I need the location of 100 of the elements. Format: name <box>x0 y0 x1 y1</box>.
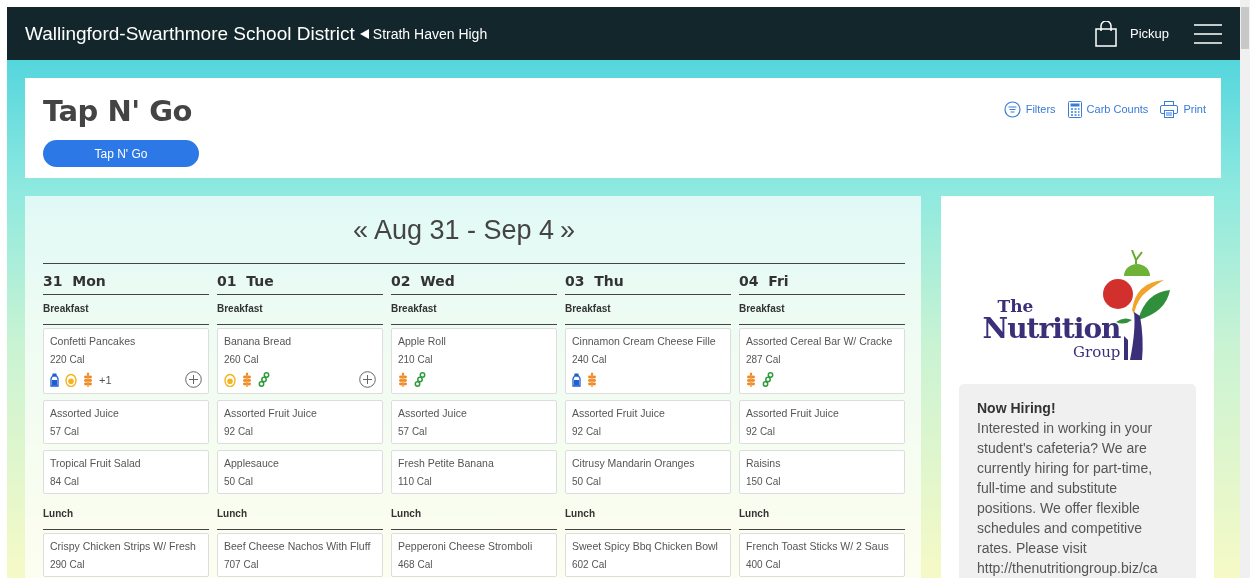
bag-icon[interactable] <box>1093 20 1118 47</box>
meal-label: Breakfast <box>43 295 209 325</box>
day-heading: 31 Mon <box>43 264 209 295</box>
calories: 50 Cal <box>572 476 602 488</box>
item-name: Raisins <box>746 457 782 470</box>
calories: 290 Cal <box>50 559 86 571</box>
item-name: Tropical Fruit Salad <box>50 457 142 470</box>
meal-label: Lunch <box>217 500 383 530</box>
calories: 468 Cal <box>398 559 434 571</box>
menu-item-card[interactable]: French Toast Sticks W/ 2 Saus 400 Cal <box>739 533 905 577</box>
egg-icon <box>224 372 236 387</box>
day-heading: 02 Wed <box>391 264 557 295</box>
meal-label: Lunch <box>739 500 905 530</box>
meal-label: Breakfast <box>565 295 731 325</box>
menu-item-card[interactable]: Assorted Juice 57 Cal <box>391 400 557 444</box>
page-title: Tap N' Go <box>43 94 193 128</box>
item-name: Assorted Fruit Juice <box>572 407 666 420</box>
menu-item-card[interactable]: Sweet Spicy Bbq Chicken Bowl 602 Cal <box>565 533 731 577</box>
menu-item-card[interactable]: Citrusy Mandarin Oranges 50 Cal <box>565 450 731 494</box>
calories: 150 Cal <box>746 476 782 488</box>
menu-item-card[interactable]: Pepperoni Cheese Stromboli 468 Cal <box>391 533 557 577</box>
item-name: Assorted Juice <box>398 407 468 420</box>
wheat-icon <box>242 372 252 387</box>
print-link[interactable]: Print <box>1160 98 1206 120</box>
week-range: Aug 31 - Sep 4 <box>373 214 555 246</box>
meal-label: Lunch <box>565 500 731 530</box>
menu-button[interactable]: Tap N' Go <box>43 140 199 167</box>
meal-label: Lunch <box>43 500 209 530</box>
item-name: Assorted Cereal Bar W/ Cracke <box>746 335 894 348</box>
day-heading: 04 Fri <box>739 264 905 295</box>
item-name: Assorted Fruit Juice <box>746 407 840 420</box>
calories: 92 Cal <box>572 426 602 438</box>
calories: 50 Cal <box>224 476 254 488</box>
meal-label: Breakfast <box>391 295 557 325</box>
calories: 400 Cal <box>746 559 782 571</box>
meal-label: Breakfast <box>739 295 905 325</box>
menu-item-card[interactable]: Applesauce 50 Cal <box>217 450 383 494</box>
wheat-icon <box>83 372 93 387</box>
next-week-link[interactable]: » <box>560 214 576 246</box>
logo-text: Nutrition <box>982 315 1121 343</box>
menu-item-card[interactable]: Apple Roll 210 Cal <box>391 328 557 394</box>
menu-item-card[interactable]: Beef Cheese Nachos With Fluff 707 Cal <box>217 533 383 577</box>
menu-item-card[interactable]: Assorted Fruit Juice 92 Cal <box>565 400 731 444</box>
notice-title: Now Hiring! <box>977 400 1057 416</box>
milk-bottle-icon <box>572 372 581 387</box>
logo-text: The <box>997 298 1035 315</box>
printer-icon <box>1160 100 1179 118</box>
milk-bottle-icon <box>50 372 59 387</box>
calories: 92 Cal <box>224 426 254 438</box>
wheat-icon <box>398 372 408 387</box>
meal-label: Breakfast <box>217 295 383 325</box>
wheat-icon <box>746 372 756 387</box>
calories: 110 Cal <box>398 476 433 488</box>
wheat-icon <box>587 372 597 387</box>
previous-week-link[interactable]: « <box>352 214 368 246</box>
calories: 57 Cal <box>50 426 80 438</box>
day-heading: 01 Tue <box>217 264 383 295</box>
calories: 92 Cal <box>746 426 776 438</box>
item-name: Apple Roll <box>398 335 447 348</box>
calories: 210 Cal <box>398 354 434 366</box>
menu-item-card[interactable]: Tropical Fruit Salad 84 Cal <box>43 450 209 494</box>
menu-item-card[interactable]: Crispy Chicken Strips W/ Fresh 290 Cal <box>43 533 209 577</box>
menu-item-card[interactable]: Fresh Petite Banana 110 Cal <box>391 450 557 494</box>
item-name: Assorted Fruit Juice <box>224 407 318 420</box>
egg-icon <box>65 372 77 387</box>
filter-icon <box>1003 100 1021 118</box>
pickup-link[interactable]: Pickup <box>1129 26 1169 41</box>
menu-item-card[interactable]: Cinnamon Cream Cheese Fille 240 Cal <box>565 328 731 394</box>
item-name: Beef Cheese Nachos With Fluff <box>224 540 372 553</box>
add-icon[interactable] <box>359 371 376 388</box>
item-name: Crispy Chicken Strips W/ Fresh <box>50 540 197 553</box>
item-name: Confetti Pancakes <box>50 335 137 348</box>
calories: 84 Cal <box>50 476 80 488</box>
menu-item-card[interactable]: Banana Bread 260 Cal <box>217 328 383 394</box>
caret-icon <box>359 28 369 39</box>
carb-counts-link[interactable]: Carb Counts <box>1067 98 1149 120</box>
meal-label: Lunch <box>391 500 557 530</box>
menu-item-card[interactable]: Assorted Juice 57 Cal <box>43 400 209 444</box>
menu-icon[interactable] <box>1194 23 1222 44</box>
scrollbar[interactable] <box>1240 0 1250 578</box>
calories: 707 Cal <box>224 559 260 571</box>
calories: 287 Cal <box>746 354 782 366</box>
more-allergens-count: +1 <box>99 373 112 386</box>
filters-link[interactable]: Filters <box>1003 98 1056 120</box>
menu-item-card[interactable]: Confetti Pancakes 220 Cal +1 <box>43 328 209 394</box>
logo-text: Group <box>1073 345 1121 360</box>
add-icon[interactable] <box>185 371 202 388</box>
calculator-icon <box>1067 100 1082 118</box>
item-name: French Toast Sticks W/ 2 Saus <box>746 540 890 553</box>
menu-item-card[interactable]: Raisins 150 Cal <box>739 450 905 494</box>
item-name: Citrusy Mandarin Oranges <box>572 457 696 470</box>
calories: 240 Cal <box>572 354 608 366</box>
district-name[interactable]: Wallingford-Swarthmore School District <box>25 22 355 45</box>
menu-item-card[interactable]: Assorted Fruit Juice 92 Cal <box>739 400 905 444</box>
school-name[interactable]: Strath Haven High <box>372 25 488 42</box>
menu-item-card[interactable]: Assorted Fruit Juice 92 Cal <box>217 400 383 444</box>
menu-item-card[interactable]: Assorted Cereal Bar W/ Cracke 287 Cal <box>739 328 905 394</box>
item-name: Banana Bread <box>224 335 293 348</box>
item-name: Sweet Spicy Bbq Chicken Bowl <box>572 540 719 553</box>
notice-text: Interested in working in your student's cafeteria? We are currently hiring for part-time, full-time and substitute positions. We offer flexible schedules and competitive rates. Please visit http://thenutritiongroup.biz/ca <box>977 419 1159 578</box>
